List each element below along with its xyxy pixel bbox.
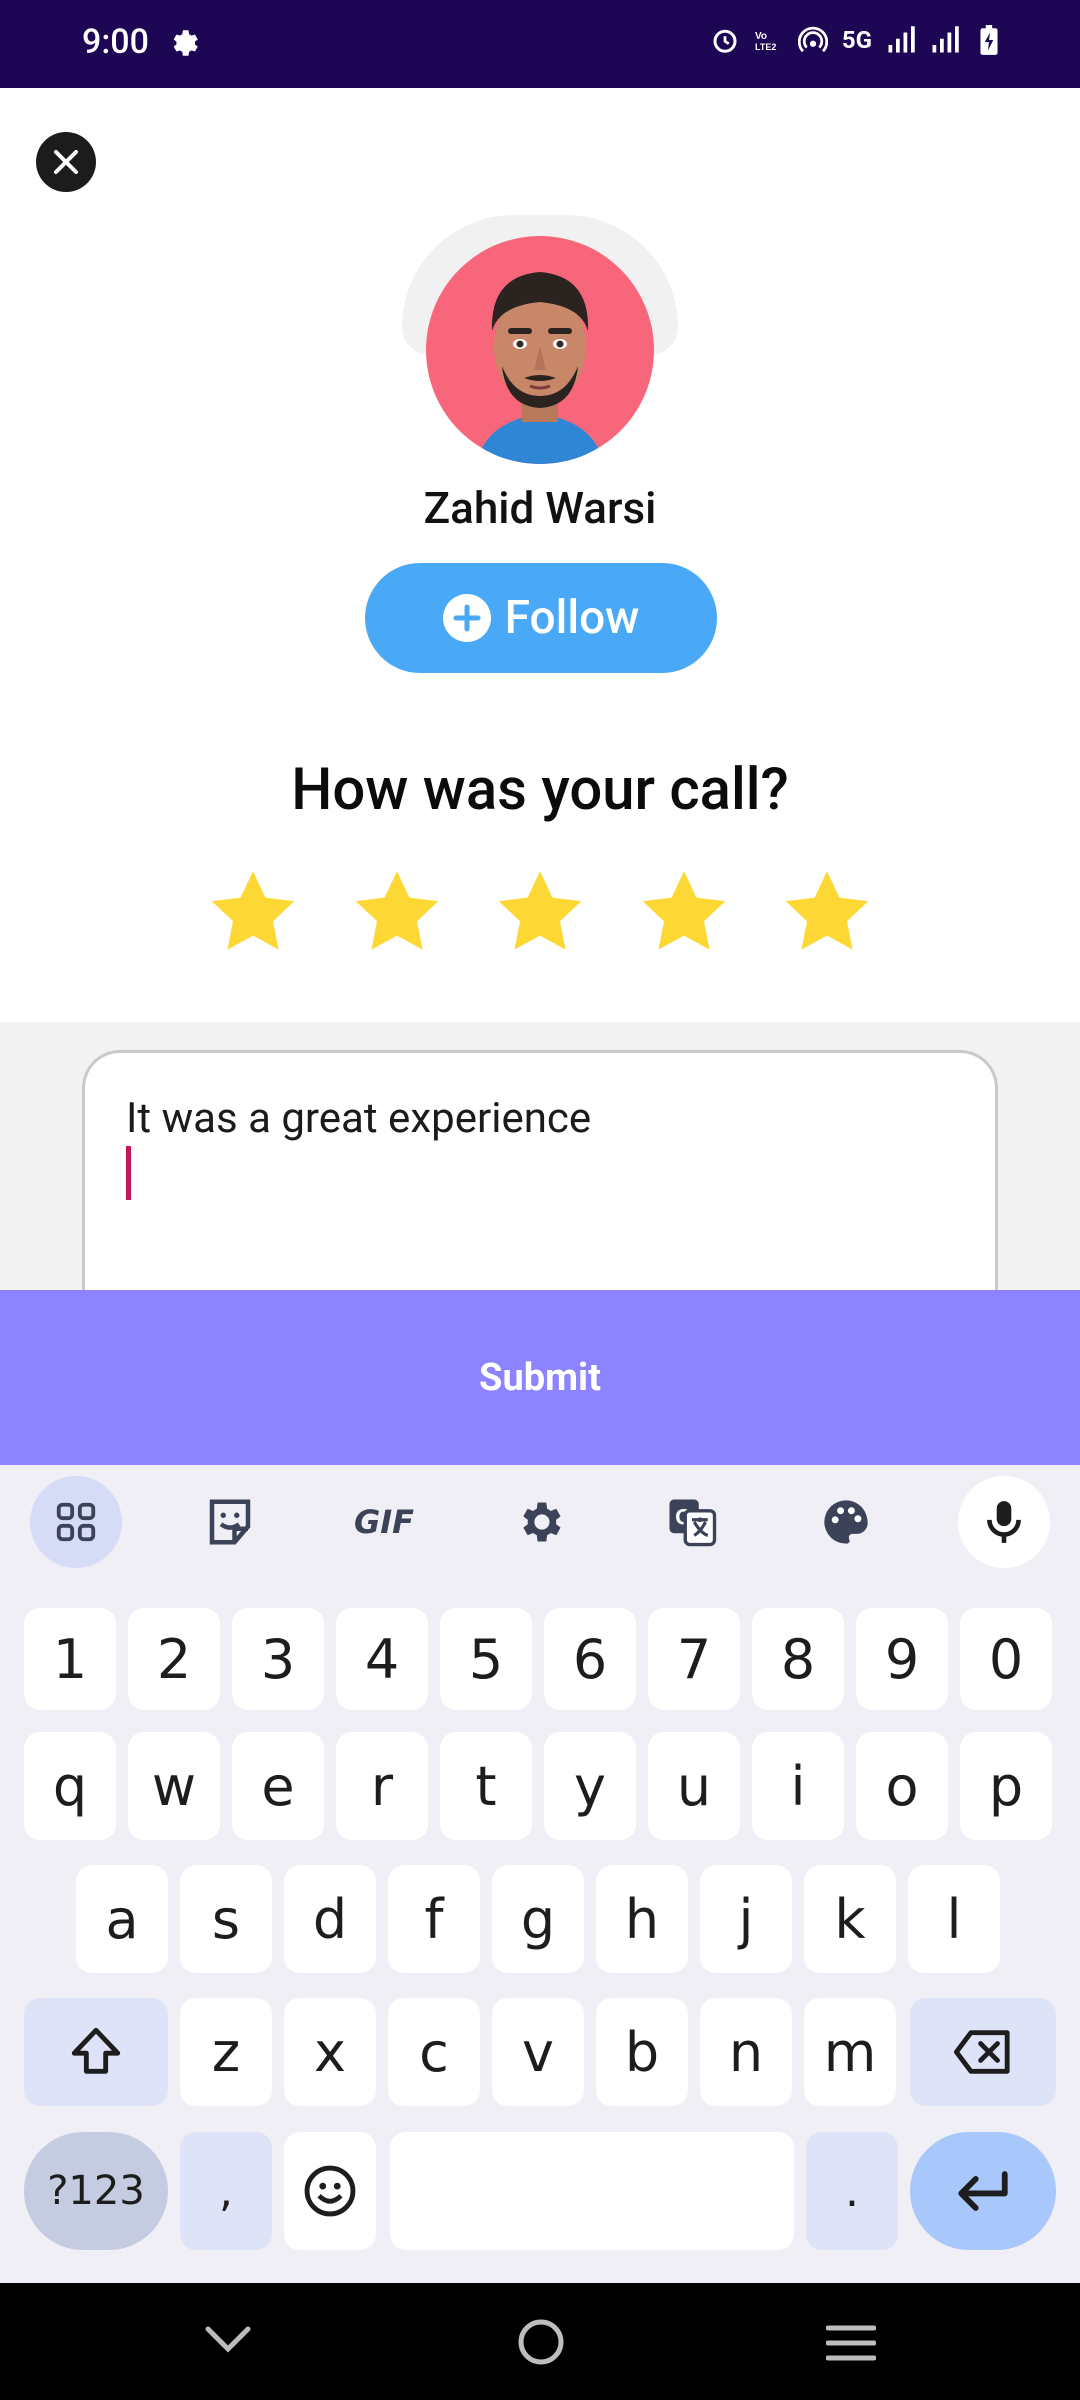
key-h[interactable]: h — [596, 1865, 688, 1973]
plus-icon — [442, 594, 491, 642]
key-d[interactable]: d — [284, 1865, 376, 1973]
settings-icon — [173, 30, 198, 56]
star-icon[interactable] — [636, 864, 732, 960]
comma-key[interactable]: , — [180, 2132, 272, 2250]
key-x[interactable]: x — [284, 1998, 376, 2106]
key-0[interactable]: 0 — [960, 1608, 1052, 1710]
volte-icon: VoLTE2 — [755, 31, 776, 52]
back-chevron-icon[interactable] — [204, 2323, 252, 2357]
star-icon[interactable] — [205, 864, 301, 960]
sticker-icon — [209, 1499, 251, 1545]
key-p[interactable]: p — [960, 1732, 1052, 1840]
close-button[interactable] — [36, 132, 96, 192]
translate-button[interactable]: G — [646, 1476, 738, 1568]
emoji-key[interactable] — [284, 2132, 376, 2250]
apps-grid-button[interactable] — [30, 1476, 122, 1568]
sticker-button[interactable] — [184, 1476, 276, 1568]
translate-icon: G — [669, 1499, 717, 1547]
status-bar: 9:00 Vo LTE2 5G — [0, 0, 1080, 88]
gif-button[interactable]: GIF — [338, 1476, 430, 1568]
key-2[interactable]: 2 — [128, 1608, 220, 1710]
enter-key[interactable] — [910, 2132, 1056, 2250]
network-type: 5G — [841, 26, 872, 54]
feedback-text[interactable]: It was a great experience — [126, 1094, 591, 1143]
key-g[interactable]: g — [492, 1865, 584, 1973]
backspace-key[interactable] — [910, 1998, 1056, 2106]
key-9[interactable]: 9 — [856, 1608, 948, 1710]
key-c[interactable]: c — [388, 1998, 480, 2106]
voice-input-button[interactable] — [958, 1476, 1050, 1568]
profile-name: Zahid Warsi — [423, 482, 657, 534]
emoji-icon — [304, 2165, 356, 2217]
settings-icon — [523, 1502, 561, 1542]
star-icon[interactable] — [349, 864, 445, 960]
keyboard-settings-button[interactable] — [494, 1476, 586, 1568]
key-a[interactable]: a — [76, 1865, 168, 1973]
palette-icon — [824, 1500, 868, 1544]
apps-grid-icon — [56, 1502, 96, 1542]
key-b[interactable]: b — [596, 1998, 688, 2106]
text-cursor — [126, 1146, 131, 1200]
battery-charging-icon — [980, 25, 998, 55]
theme-button[interactable] — [800, 1476, 892, 1568]
hotspot-icon — [797, 26, 828, 53]
shift-key[interactable] — [24, 1998, 168, 2106]
key-u[interactable]: u — [648, 1732, 740, 1840]
signal-icon — [888, 26, 915, 53]
enter-icon — [958, 2171, 1008, 2211]
alarm-icon — [713, 29, 737, 53]
key-e[interactable]: e — [232, 1732, 324, 1840]
key-j[interactable]: j — [700, 1865, 792, 1973]
key-w[interactable]: w — [128, 1732, 220, 1840]
period-key[interactable]: . — [806, 2132, 898, 2250]
key-8[interactable]: 8 — [752, 1608, 844, 1710]
key-m[interactable]: m — [804, 1998, 896, 2106]
key-v[interactable]: v — [492, 1998, 584, 2106]
star-icon[interactable] — [779, 864, 875, 960]
star-rating[interactable] — [205, 864, 875, 960]
key-k[interactable]: k — [804, 1865, 896, 1973]
avatar — [426, 236, 654, 464]
key-t[interactable]: t — [440, 1732, 532, 1840]
key-z[interactable]: z — [180, 1998, 272, 2106]
key-6[interactable]: 6 — [544, 1608, 636, 1710]
key-i[interactable]: i — [752, 1732, 844, 1840]
navigation-bar — [0, 2283, 1080, 2400]
key-s[interactable]: s — [180, 1865, 272, 1973]
key-n[interactable]: n — [700, 1998, 792, 2106]
key-1[interactable]: 1 — [24, 1608, 116, 1710]
star-icon[interactable] — [492, 864, 588, 960]
key-5[interactable]: 5 — [440, 1608, 532, 1710]
key-4[interactable]: 4 — [336, 1608, 428, 1710]
submit-button[interactable]: Submit — [0, 1290, 1080, 1465]
feedback-input[interactable] — [82, 1050, 998, 1310]
key-o[interactable]: o — [856, 1732, 948, 1840]
rating-question: How was your call? — [291, 756, 789, 824]
space-key[interactable] — [390, 2132, 794, 2250]
home-icon[interactable] — [516, 2317, 566, 2367]
close-icon — [54, 150, 78, 174]
recents-menu-icon[interactable] — [826, 2323, 876, 2363]
status-time: 9:00 — [82, 22, 149, 62]
backspace-icon — [954, 2030, 1010, 2074]
signal-icon — [932, 26, 959, 53]
key-q[interactable]: q — [24, 1732, 116, 1840]
key-r[interactable]: r — [336, 1732, 428, 1840]
symbols-key[interactable]: ?123 — [24, 2132, 168, 2250]
shift-icon — [71, 2027, 121, 2074]
key-f[interactable]: f — [388, 1865, 480, 1973]
key-7[interactable]: 7 — [648, 1608, 740, 1710]
mic-icon — [987, 1501, 1021, 1543]
svg-text:LTE2: LTE2 — [755, 42, 776, 52]
key-y[interactable]: y — [544, 1732, 636, 1840]
key-l[interactable]: l — [908, 1865, 1000, 1973]
follow-button[interactable]: Follow — [365, 563, 717, 673]
key-3[interactable]: 3 — [232, 1608, 324, 1710]
svg-text:Vo: Vo — [755, 31, 767, 42]
follow-label: Follow — [504, 591, 640, 645]
